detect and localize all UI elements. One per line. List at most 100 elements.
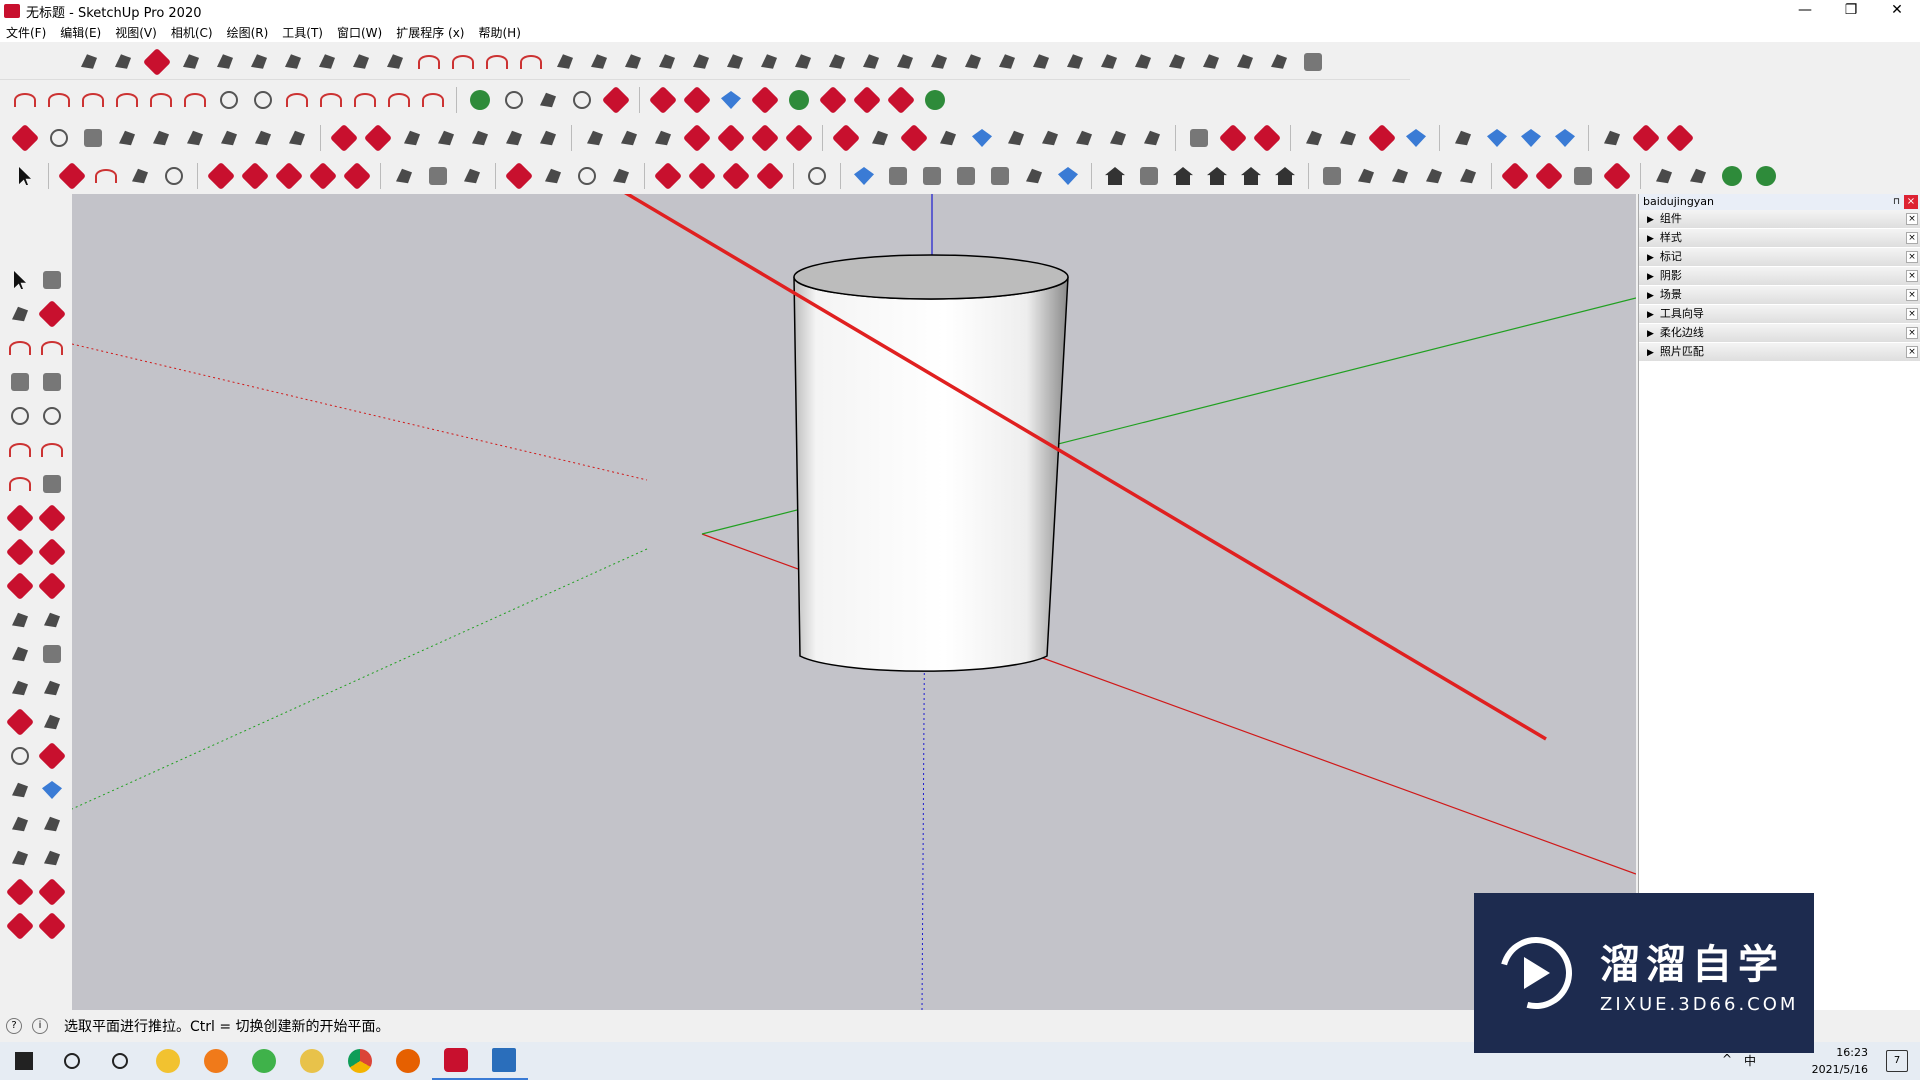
ime-indicator[interactable]: 中 <box>1744 1052 1756 1069</box>
share-model-icon[interactable] <box>37 877 67 907</box>
system-clock[interactable]: 16:23 2021/5/16 <box>1812 1044 1868 1078</box>
shape-tool-icon[interactable] <box>160 162 188 190</box>
zoom-window-tool-icon[interactable] <box>79 124 107 152</box>
taskbar-chrome[interactable] <box>336 1042 384 1080</box>
solid-tool-icon[interactable] <box>1569 162 1597 190</box>
follow-me-tool-icon[interactable] <box>240 161 270 191</box>
taskbar-app-4[interactable] <box>288 1042 336 1080</box>
follow-me-tool-icon[interactable] <box>37 537 67 567</box>
circle-tool-icon[interactable] <box>500 86 528 114</box>
select-tool-icon[interactable] <box>6 266 34 294</box>
toolbar3-tool-icon[interactable] <box>968 124 996 152</box>
toolbar3-tool-icon[interactable] <box>181 124 209 152</box>
arc-tool-icon[interactable] <box>6 436 34 464</box>
push-pull-tool-icon[interactable] <box>37 503 67 533</box>
top-view-icon[interactable] <box>1135 162 1163 190</box>
orbit-tool-icon[interactable] <box>504 161 534 191</box>
back-view-icon[interactable] <box>1237 162 1265 190</box>
taskbar-sketchup[interactable] <box>432 1042 480 1080</box>
toolbar3-tool-icon[interactable] <box>466 124 494 152</box>
menu-window[interactable]: 窗口(W) <box>337 24 382 41</box>
toolbar3-tool-icon[interactable] <box>899 123 929 153</box>
toolbar3-tool-icon[interactable] <box>649 124 677 152</box>
tray-panel-components[interactable]: ▶ 组件 × <box>1639 210 1920 229</box>
tray-panel-soften-edges[interactable]: ▶ 柔化边线 × <box>1639 324 1920 343</box>
toolbar1-tool-icon[interactable] <box>993 48 1021 76</box>
tape-measure-tool-icon[interactable] <box>6 606 34 634</box>
toolbar3-tool-icon[interactable] <box>1185 124 1213 152</box>
toolbar3-tool-icon[interactable] <box>1036 124 1064 152</box>
front-view-icon[interactable] <box>1169 162 1197 190</box>
toolbar1-tool-icon[interactable] <box>109 48 137 76</box>
pin-icon[interactable]: ⊓ <box>1893 194 1900 210</box>
scale-tool-icon[interactable] <box>342 161 372 191</box>
circle-tool-icon[interactable] <box>215 86 243 114</box>
freehand-tool-icon[interactable] <box>38 334 66 362</box>
circle-tool-icon[interactable] <box>568 86 596 114</box>
toolbar1-tool-icon[interactable] <box>721 48 749 76</box>
toolbar1-tool-icon[interactable] <box>1061 48 1089 76</box>
toolbar3-tool-icon[interactable] <box>363 123 393 153</box>
toolbar3-tool-icon[interactable] <box>329 123 359 153</box>
toolbar1-tool-icon[interactable] <box>1231 48 1259 76</box>
toolbar3-tool-icon[interactable] <box>581 124 609 152</box>
toolbar3-tool-icon[interactable] <box>1483 124 1511 152</box>
toolbar3-tool-icon[interactable] <box>1402 124 1430 152</box>
3d-text-tool-icon[interactable] <box>38 674 66 702</box>
sandbox-tool-icon[interactable] <box>1684 162 1712 190</box>
panel-close-icon[interactable]: × <box>1906 270 1918 282</box>
account-icon[interactable] <box>803 162 831 190</box>
rotated-rectangle-tool-icon[interactable] <box>38 368 66 396</box>
toolbar1-tool-icon[interactable] <box>925 48 953 76</box>
tray-panel-instructor[interactable]: ▶ 工具向导 × <box>1639 305 1920 324</box>
toolbar3-tool-icon[interactable] <box>1367 123 1397 153</box>
toolbar3-tool-icon[interactable] <box>1138 124 1166 152</box>
menu-camera[interactable]: 相机(C) <box>171 24 213 41</box>
toolbar1-tool-icon[interactable] <box>755 48 783 76</box>
panel-close-icon[interactable]: × <box>1906 346 1918 358</box>
share-component-icon[interactable] <box>5 911 35 941</box>
3pt-arc-tool-icon[interactable] <box>6 470 34 498</box>
start-button[interactable] <box>0 1042 48 1080</box>
warehouse-icon[interactable] <box>653 161 683 191</box>
push-tool-icon[interactable] <box>818 85 848 115</box>
push-tool-icon[interactable] <box>886 85 916 115</box>
zoom-extents-tool-icon[interactable] <box>6 776 34 804</box>
tray-panel-tags[interactable]: ▶ 标记 × <box>1639 248 1920 267</box>
move-tool-icon[interactable] <box>5 503 35 533</box>
toolbar1-tool-icon[interactable] <box>551 48 579 76</box>
solid-tool-icon[interactable] <box>1534 161 1564 191</box>
push-tool-icon[interactable] <box>717 86 745 114</box>
toolbar3-tool-icon[interactable] <box>1598 124 1626 152</box>
paint-bucket-tool-icon[interactable] <box>6 300 34 328</box>
iso-view-icon[interactable] <box>1101 162 1129 190</box>
sandbox-tool-icon[interactable] <box>1650 162 1678 190</box>
toolbar1-tool-icon[interactable] <box>1197 48 1225 76</box>
toolbar1-tool-icon[interactable] <box>789 48 817 76</box>
section-tool-icon[interactable] <box>1420 162 1448 190</box>
curve-tool-icon[interactable] <box>385 86 413 114</box>
tape-measure-tool-icon[interactable] <box>390 162 418 190</box>
toolbar1-tool-icon[interactable] <box>245 48 273 76</box>
polyline-tool-icon[interactable] <box>466 86 494 114</box>
axes-tool-icon[interactable] <box>6 674 34 702</box>
menu-file[interactable]: 文件(F) <box>6 24 46 41</box>
notification-center-icon[interactable]: 7 <box>1886 1050 1908 1072</box>
2pt-arc-tool-icon[interactable] <box>38 436 66 464</box>
section-tool-icon[interactable] <box>1386 162 1414 190</box>
zoom-extents-tool-icon[interactable] <box>113 124 141 152</box>
toolbar1-tool-icon[interactable] <box>653 48 681 76</box>
toolbar1-tool-icon[interactable] <box>1129 48 1157 76</box>
eraser-tool-icon[interactable] <box>37 299 67 329</box>
toolbar3-tool-icon[interactable] <box>249 124 277 152</box>
toolbar3-tool-icon[interactable] <box>1665 123 1695 153</box>
toolbar1-tool-icon[interactable] <box>313 48 341 76</box>
zoom-extents-tool-icon[interactable] <box>607 162 635 190</box>
tray-panel-match-photo[interactable]: ▶ 照片匹配 × <box>1639 343 1920 362</box>
panel-close-icon[interactable]: × <box>1906 213 1918 225</box>
component-tool-icon[interactable] <box>38 266 66 294</box>
toolbar3-tool-icon[interactable] <box>1104 124 1132 152</box>
line-tool-icon[interactable] <box>6 334 34 362</box>
toolbar1-tool-icon[interactable] <box>891 48 919 76</box>
share-model-icon[interactable] <box>687 161 717 191</box>
